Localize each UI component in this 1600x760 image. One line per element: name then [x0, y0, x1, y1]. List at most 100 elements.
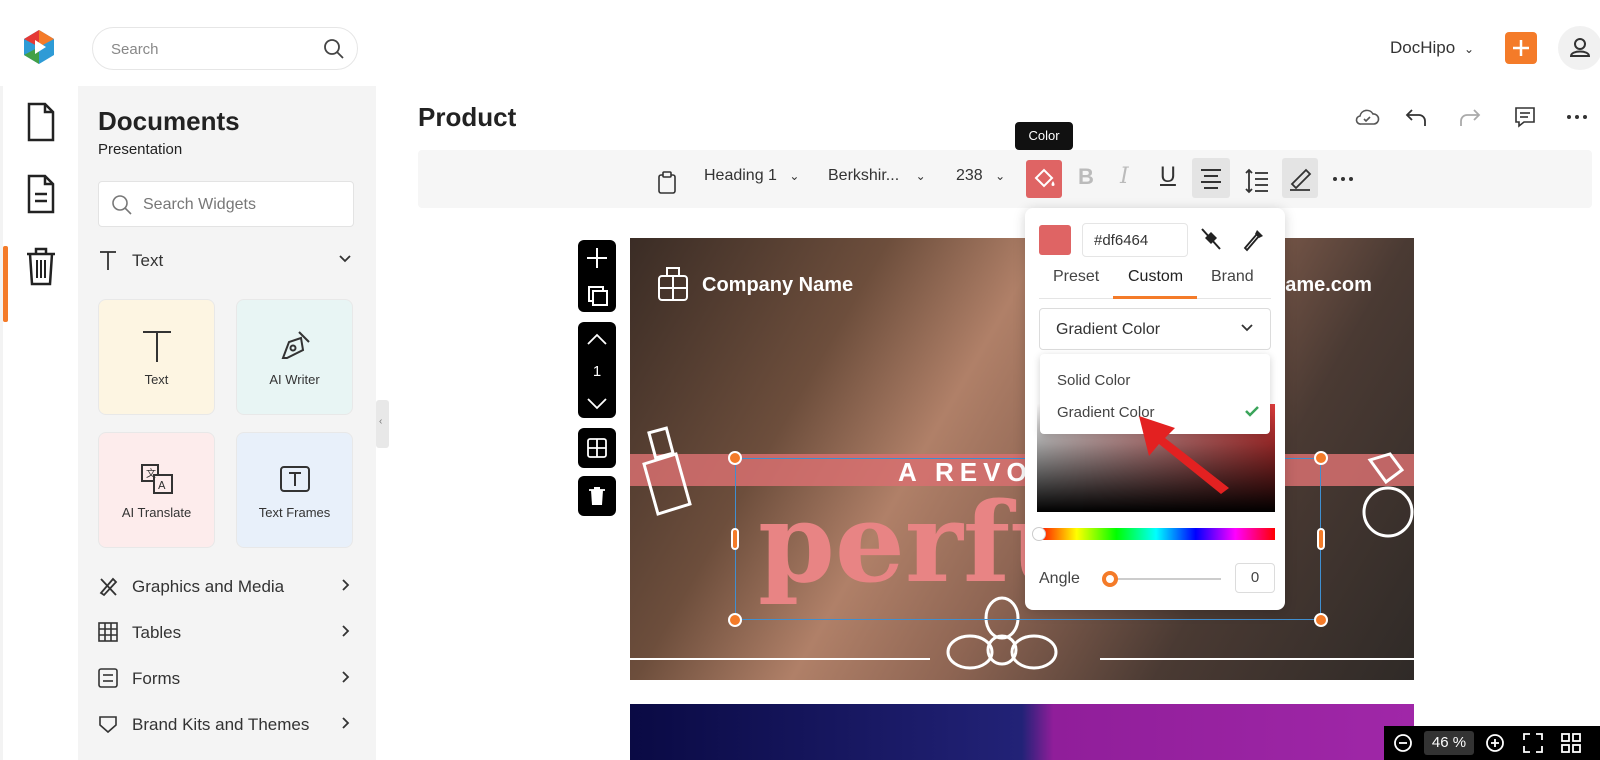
tile-label: AI Translate	[121, 505, 192, 520]
resize-handle-top-left[interactable]	[728, 451, 742, 465]
document-title[interactable]: Product	[418, 102, 516, 133]
font-size-dropdown[interactable]: 238 ⌄	[956, 167, 1005, 201]
tab-brand[interactable]: Brand	[1211, 268, 1254, 286]
text-style-value: Heading 1	[704, 167, 777, 184]
highlight-button[interactable]	[1282, 158, 1318, 198]
more-options-icon[interactable]	[1330, 162, 1356, 196]
text-widget-tile[interactable]: Text	[98, 299, 215, 415]
angle-slider-track[interactable]	[1109, 578, 1221, 580]
search-icon[interactable]	[323, 38, 345, 60]
slide-canvas-2[interactable]	[630, 704, 1414, 760]
resize-handle-top-right[interactable]	[1314, 451, 1328, 465]
bold-icon[interactable]: B	[1078, 164, 1094, 198]
angle-label: Angle	[1039, 570, 1080, 587]
chevron-right-icon	[342, 671, 350, 683]
chevron-down-icon: ⌄	[1463, 42, 1474, 56]
dochipo-logo[interactable]	[20, 28, 58, 66]
zoom-out-icon[interactable]	[1392, 732, 1414, 754]
user-avatar[interactable]	[1558, 26, 1600, 70]
tab-preset[interactable]: Preset	[1053, 268, 1099, 286]
undo-icon[interactable]	[1404, 104, 1430, 130]
font-family-dropdown[interactable]: Berkshir... ⌄	[828, 167, 926, 201]
font-size-value: 238	[956, 167, 983, 184]
hue-slider[interactable]	[1037, 528, 1275, 540]
clipboard-icon[interactable]	[656, 166, 678, 200]
translate-icon: 文 A	[141, 464, 173, 494]
grid-view-icon[interactable]	[1560, 732, 1582, 754]
text-icon	[100, 251, 116, 270]
tile-label: AI Writer	[269, 372, 320, 387]
decor-line-right	[1100, 658, 1414, 660]
duplicate-page-icon[interactable]	[578, 281, 616, 317]
eyedropper-icon[interactable]	[1241, 226, 1265, 252]
form-icon	[98, 668, 118, 688]
new-document-icon[interactable]	[21, 102, 61, 142]
collapse-panel-handle[interactable]: ‹	[376, 400, 389, 448]
angle-input[interactable]: 0	[1235, 563, 1275, 593]
chevron-up-icon[interactable]	[578, 322, 616, 354]
redo-icon[interactable]	[1456, 104, 1482, 130]
ai-writer-tile[interactable]: AI Writer	[236, 299, 353, 415]
plus-icon	[1513, 40, 1529, 56]
delete-page-button[interactable]	[578, 476, 616, 516]
brand-menu[interactable]: DocHipo ⌄	[1390, 38, 1474, 58]
tab-custom[interactable]: Custom	[1128, 268, 1183, 286]
left-rail	[0, 86, 78, 760]
chevron-down-icon: ⌄	[995, 169, 1006, 183]
search-bar[interactable]: Search	[92, 27, 358, 70]
hex-color-input[interactable]: #df6464	[1082, 223, 1188, 257]
zoom-in-icon[interactable]	[1484, 732, 1506, 754]
pen-nib-icon	[281, 331, 310, 359]
chevron-down-icon	[339, 255, 351, 263]
line-height-icon[interactable]	[1244, 164, 1270, 198]
color-tooltip: Color	[1015, 122, 1073, 150]
fit-screen-icon[interactable]	[1522, 732, 1544, 754]
red-arrow-annotation	[1139, 416, 1229, 494]
website-text[interactable]: name.com	[1273, 274, 1372, 297]
graphics-media-section[interactable]: Graphics and Media	[98, 574, 356, 602]
ai-translate-tile[interactable]: 文 A AI Translate	[98, 432, 215, 548]
table-icon	[98, 622, 118, 642]
angle-slider-knob[interactable]	[1102, 571, 1118, 587]
tables-section[interactable]: Tables	[98, 620, 356, 648]
brand-kits-section[interactable]: Brand Kits and Themes	[98, 712, 356, 740]
page-navigator: 1	[578, 322, 616, 418]
documents-icon[interactable]	[21, 174, 61, 214]
resize-handle-bottom-left[interactable]	[728, 613, 742, 627]
highlighter-icon	[1290, 168, 1312, 191]
comment-icon[interactable]	[1512, 104, 1538, 130]
chevron-down-icon: ⌄	[915, 169, 926, 183]
align-center-button[interactable]	[1192, 158, 1230, 198]
align-center-icon	[1201, 169, 1221, 189]
zoom-level[interactable]: 46 %	[1424, 731, 1474, 755]
current-color-swatch[interactable]	[1039, 225, 1071, 255]
resize-handle-bottom-right[interactable]	[1314, 613, 1328, 627]
widget-search-input[interactable]: Search Widgets	[98, 181, 354, 227]
italic-icon[interactable]: I	[1120, 164, 1129, 198]
forms-section[interactable]: Forms	[98, 666, 356, 694]
add-page-icon[interactable]	[578, 240, 616, 276]
no-fill-icon[interactable]	[1199, 226, 1223, 252]
color-button[interactable]	[1026, 160, 1062, 198]
hue-slider-knob[interactable]	[1032, 527, 1046, 541]
solid-color-option[interactable]: Solid Color	[1057, 372, 1130, 389]
company-name-text[interactable]: Company Name	[702, 274, 853, 297]
text-style-dropdown[interactable]: Heading 1 ⌄	[704, 167, 799, 201]
color-mode-select[interactable]: Gradient Color	[1039, 308, 1271, 350]
resize-handle-left[interactable]	[731, 528, 739, 550]
more-options-icon[interactable]	[1564, 104, 1590, 130]
color-mode-value: Gradient Color	[1056, 321, 1161, 338]
underline-icon[interactable]: U	[1160, 162, 1176, 196]
chevron-down-icon[interactable]	[578, 389, 616, 421]
tile-label: Text	[144, 372, 169, 387]
text-frames-tile[interactable]: Text Frames	[236, 432, 353, 548]
resize-handle-right[interactable]	[1317, 528, 1325, 550]
search-placeholder: Search	[111, 41, 159, 58]
trash-icon[interactable]	[21, 246, 61, 286]
add-button[interactable]	[1505, 32, 1537, 64]
search-icon	[112, 195, 132, 215]
text-section-header[interactable]: Text	[98, 248, 356, 276]
text-frame-icon	[280, 466, 310, 492]
cloud-save-icon[interactable]	[1354, 104, 1380, 130]
grid-view-button[interactable]	[578, 428, 616, 468]
